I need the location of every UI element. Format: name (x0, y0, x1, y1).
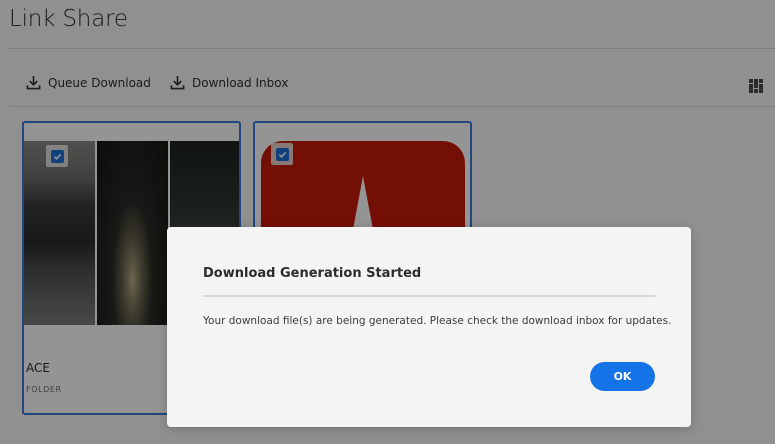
download-dialog: Download Generation Started Your downloa… (167, 227, 691, 427)
dialog-divider (203, 295, 655, 297)
dialog-message: Your download file(s) are being generate… (203, 315, 672, 327)
dialog-title: Download Generation Started (203, 266, 422, 281)
ok-button[interactable]: OK (590, 362, 655, 391)
